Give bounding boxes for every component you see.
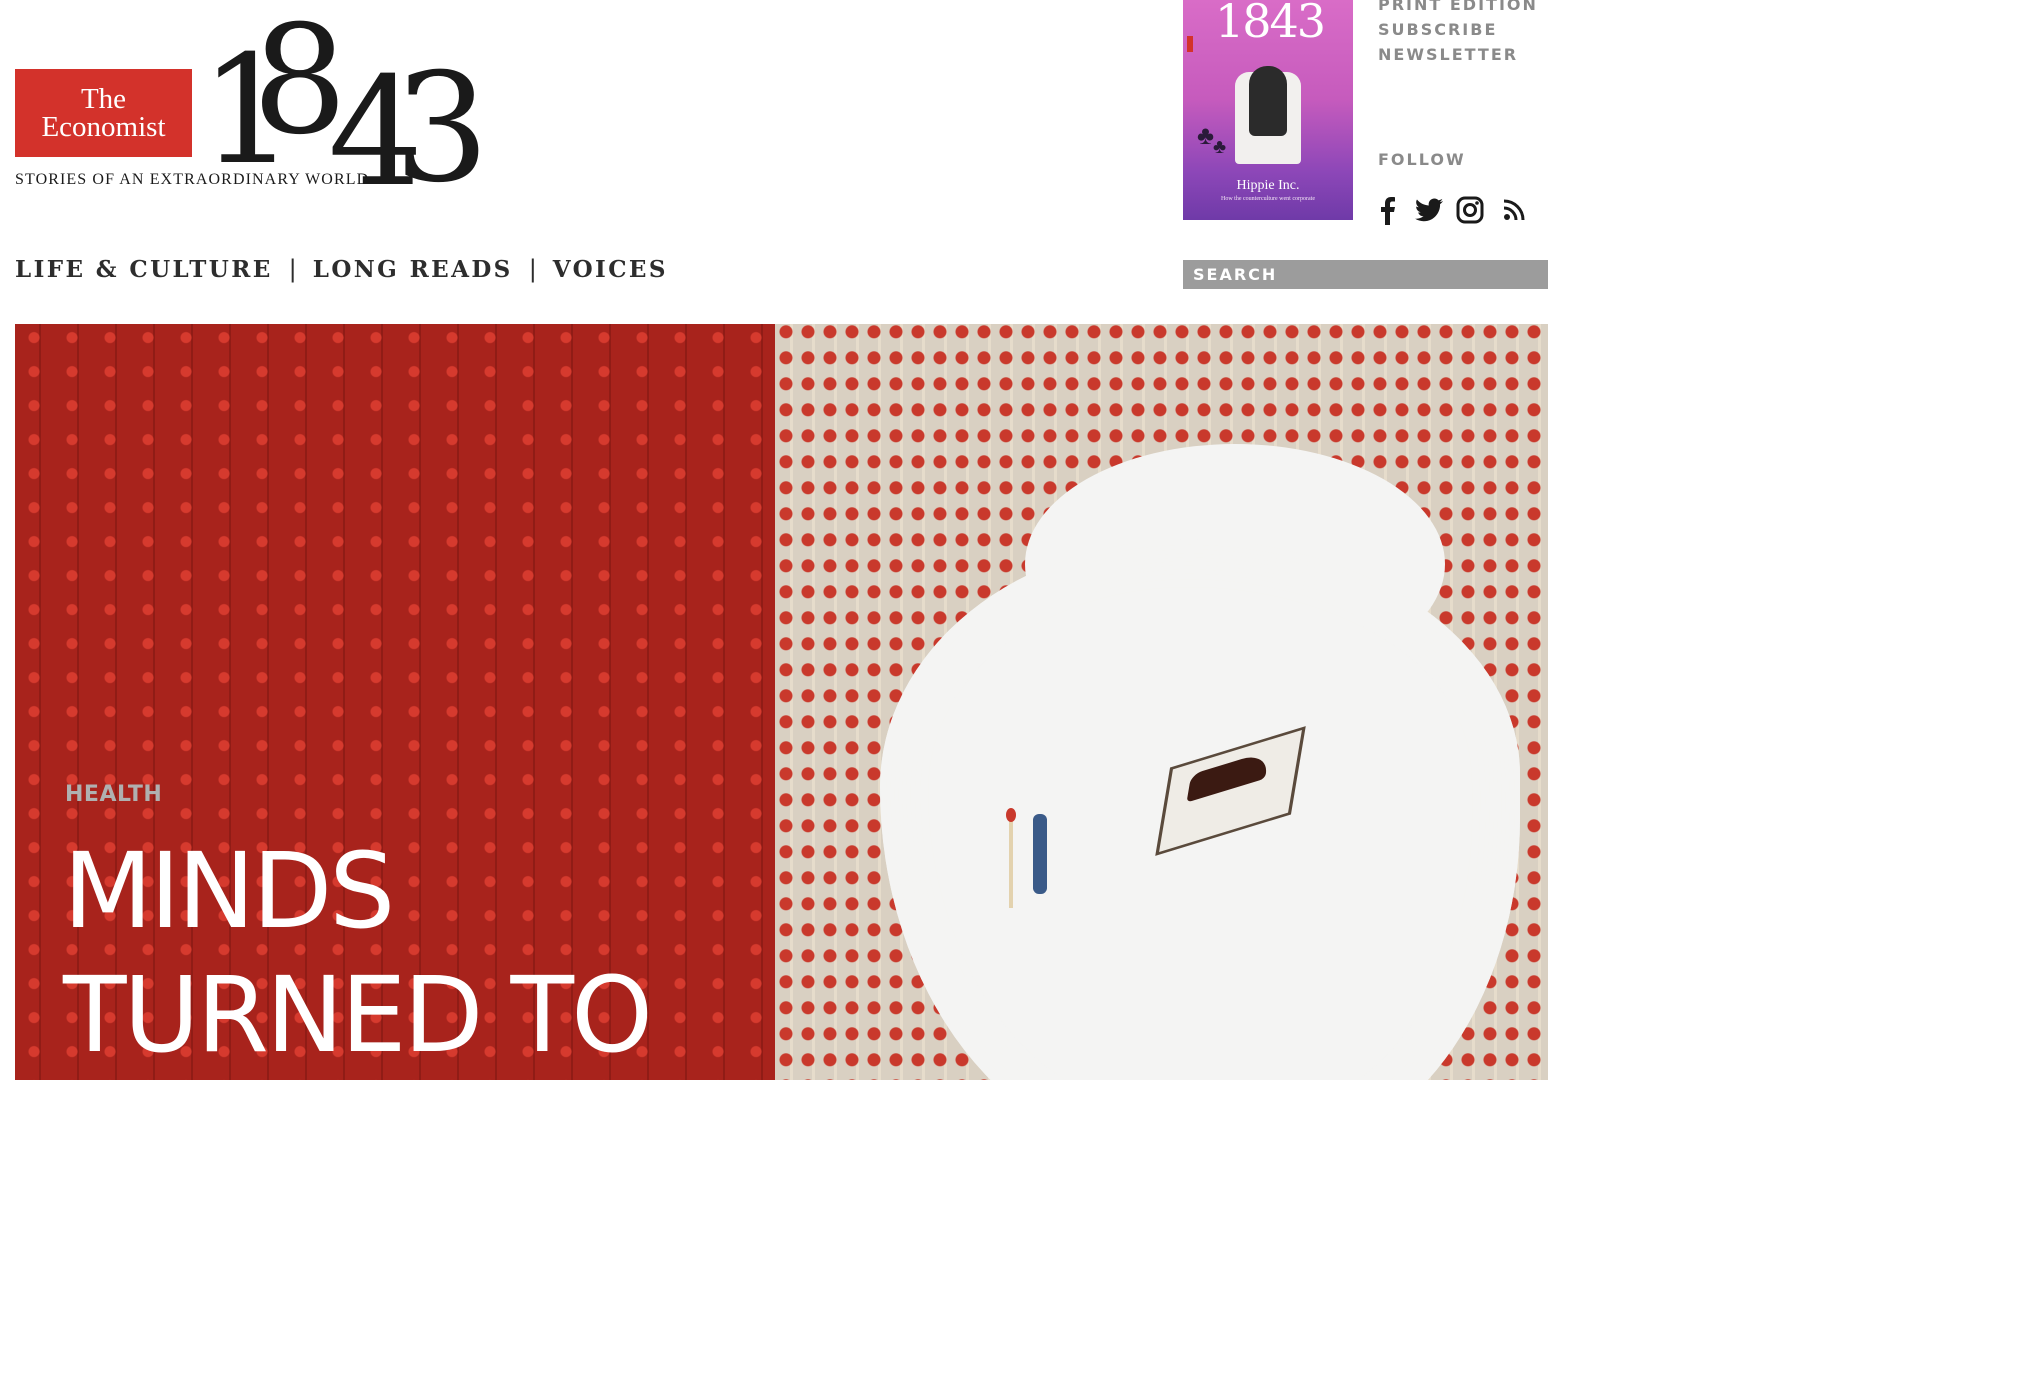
instagram-icon[interactable] [1455, 193, 1485, 227]
matchbox-inside [1186, 750, 1270, 803]
print-edition-link[interactable]: PRINT EDITION [1378, 0, 1538, 17]
palm-icon: ♣ [1213, 136, 1227, 158]
main-nav: LIFE & CULTURE | LONG READS | VOICES [15, 255, 668, 283]
twitter-icon[interactable] [1414, 193, 1444, 227]
article-headline[interactable]: MINDS TURNED TO [63, 829, 763, 1077]
newsletter-link[interactable]: NEWSLETTER [1378, 42, 1538, 67]
economist-logo[interactable]: The Economist [15, 69, 192, 157]
subscribe-link[interactable]: SUBSCRIBE [1378, 17, 1538, 42]
nav-item-voices[interactable]: VOICES [553, 256, 668, 283]
rss-icon[interactable] [1500, 193, 1528, 227]
nav-item-life-culture[interactable]: LIFE & CULTURE [15, 256, 273, 283]
cover-subtitle: How the counterculture went corporate [1221, 196, 1315, 202]
headline-line: TURNED TO [63, 954, 653, 1076]
search-input[interactable]: SEARCH [1183, 260, 1548, 289]
cover-brand-mark [1187, 36, 1193, 52]
palm-icon: ♣ [1197, 120, 1215, 150]
hero-article[interactable]: HEALTH MINDS TURNED TO [15, 324, 1548, 1080]
woodcutter-figure [1033, 814, 1047, 894]
hero-illustration [775, 324, 1548, 1080]
logo-brand-line1: The [80, 83, 127, 115]
cover-title: Hippie Inc. [1236, 178, 1300, 193]
article-category[interactable]: HEALTH [65, 782, 162, 807]
nav-item-long-reads[interactable]: LONG READS [313, 256, 513, 283]
nav-separator: | [288, 255, 297, 283]
logo-digit: 3 [394, 42, 490, 216]
follow-label: FOLLOW [1378, 150, 1466, 169]
print-edition-cover[interactable]: 1843 ♣ ♣ Hippie Inc. How the countercult… [1183, 0, 1353, 220]
matchstick-illustration [1006, 808, 1016, 908]
logo-brand-line2: Economist [41, 111, 166, 143]
tagline: STORIES OF AN EXTRAORDINARY WORLD [15, 171, 370, 188]
headline-line: MINDS [63, 830, 395, 952]
cover-person [1249, 66, 1287, 136]
nav-separator: | [528, 255, 537, 283]
facebook-icon[interactable] [1376, 193, 1398, 227]
logo-1843[interactable]: 1 8 4 3 [200, 0, 500, 226]
side-links: PRINT EDITION SUBSCRIBE NEWSLETTER [1378, 0, 1538, 67]
cover-number: 1843 [1215, 0, 1326, 48]
